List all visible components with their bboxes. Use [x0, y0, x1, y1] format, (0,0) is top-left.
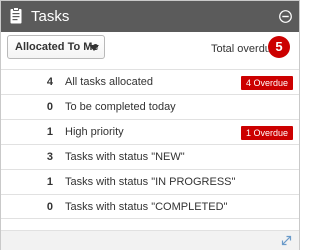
tasks-widget: Tasks Allocated To Me Total overdue 5 4 …	[0, 0, 300, 250]
caret-down-icon	[89, 45, 99, 51]
task-row-due-today[interactable]: 0 To be completed today	[1, 94, 299, 119]
clipboard-icon	[10, 7, 22, 24]
task-row-status-completed[interactable]: 0 Tasks with status "COMPLETED"	[1, 194, 299, 219]
task-row-status-new[interactable]: 3 Tasks with status "NEW"	[1, 144, 299, 169]
task-row-count: 0	[46, 101, 53, 113]
task-row-label: Tasks with status "IN PROGRESS"	[65, 176, 236, 188]
filter-dropdown[interactable]: Allocated To Me	[7, 35, 105, 59]
task-row-label: High priority	[65, 126, 124, 138]
task-row-label: Tasks with status "COMPLETED"	[65, 201, 228, 213]
widget-header: Tasks	[1, 1, 299, 32]
task-row-label: Tasks with status "NEW"	[65, 151, 185, 163]
task-row-status-in-progress[interactable]: 1 Tasks with status "IN PROGRESS"	[1, 169, 299, 194]
task-summary-list: 4 All tasks allocated 4 Overdue 0 To be …	[1, 69, 299, 219]
collapse-icon[interactable]	[279, 10, 292, 23]
task-row-all-allocated[interactable]: 4 All tasks allocated 4 Overdue	[1, 69, 299, 94]
expand-icon[interactable]	[281, 235, 292, 246]
widget-footer	[1, 230, 299, 250]
overdue-badge[interactable]: 4 Overdue	[240, 76, 293, 90]
task-row-count: 0	[46, 201, 53, 213]
task-row-count: 4	[46, 76, 53, 88]
task-row-count: 1	[46, 176, 53, 188]
task-row-count: 1	[46, 126, 53, 138]
task-row-high-priority[interactable]: 1 High priority 1 Overdue	[1, 119, 299, 144]
overdue-badge[interactable]: 1 Overdue	[240, 126, 293, 140]
widget-title: Tasks	[31, 8, 70, 25]
task-row-label: All tasks allocated	[65, 76, 154, 88]
filter-dropdown-value: Allocated To Me	[15, 41, 99, 53]
widget-toolbar: Allocated To Me Total overdue 5	[1, 32, 299, 68]
task-row-label: To be completed today	[65, 101, 176, 113]
total-overdue-count-badge[interactable]: 5	[268, 36, 290, 58]
task-row-count: 3	[46, 151, 53, 163]
